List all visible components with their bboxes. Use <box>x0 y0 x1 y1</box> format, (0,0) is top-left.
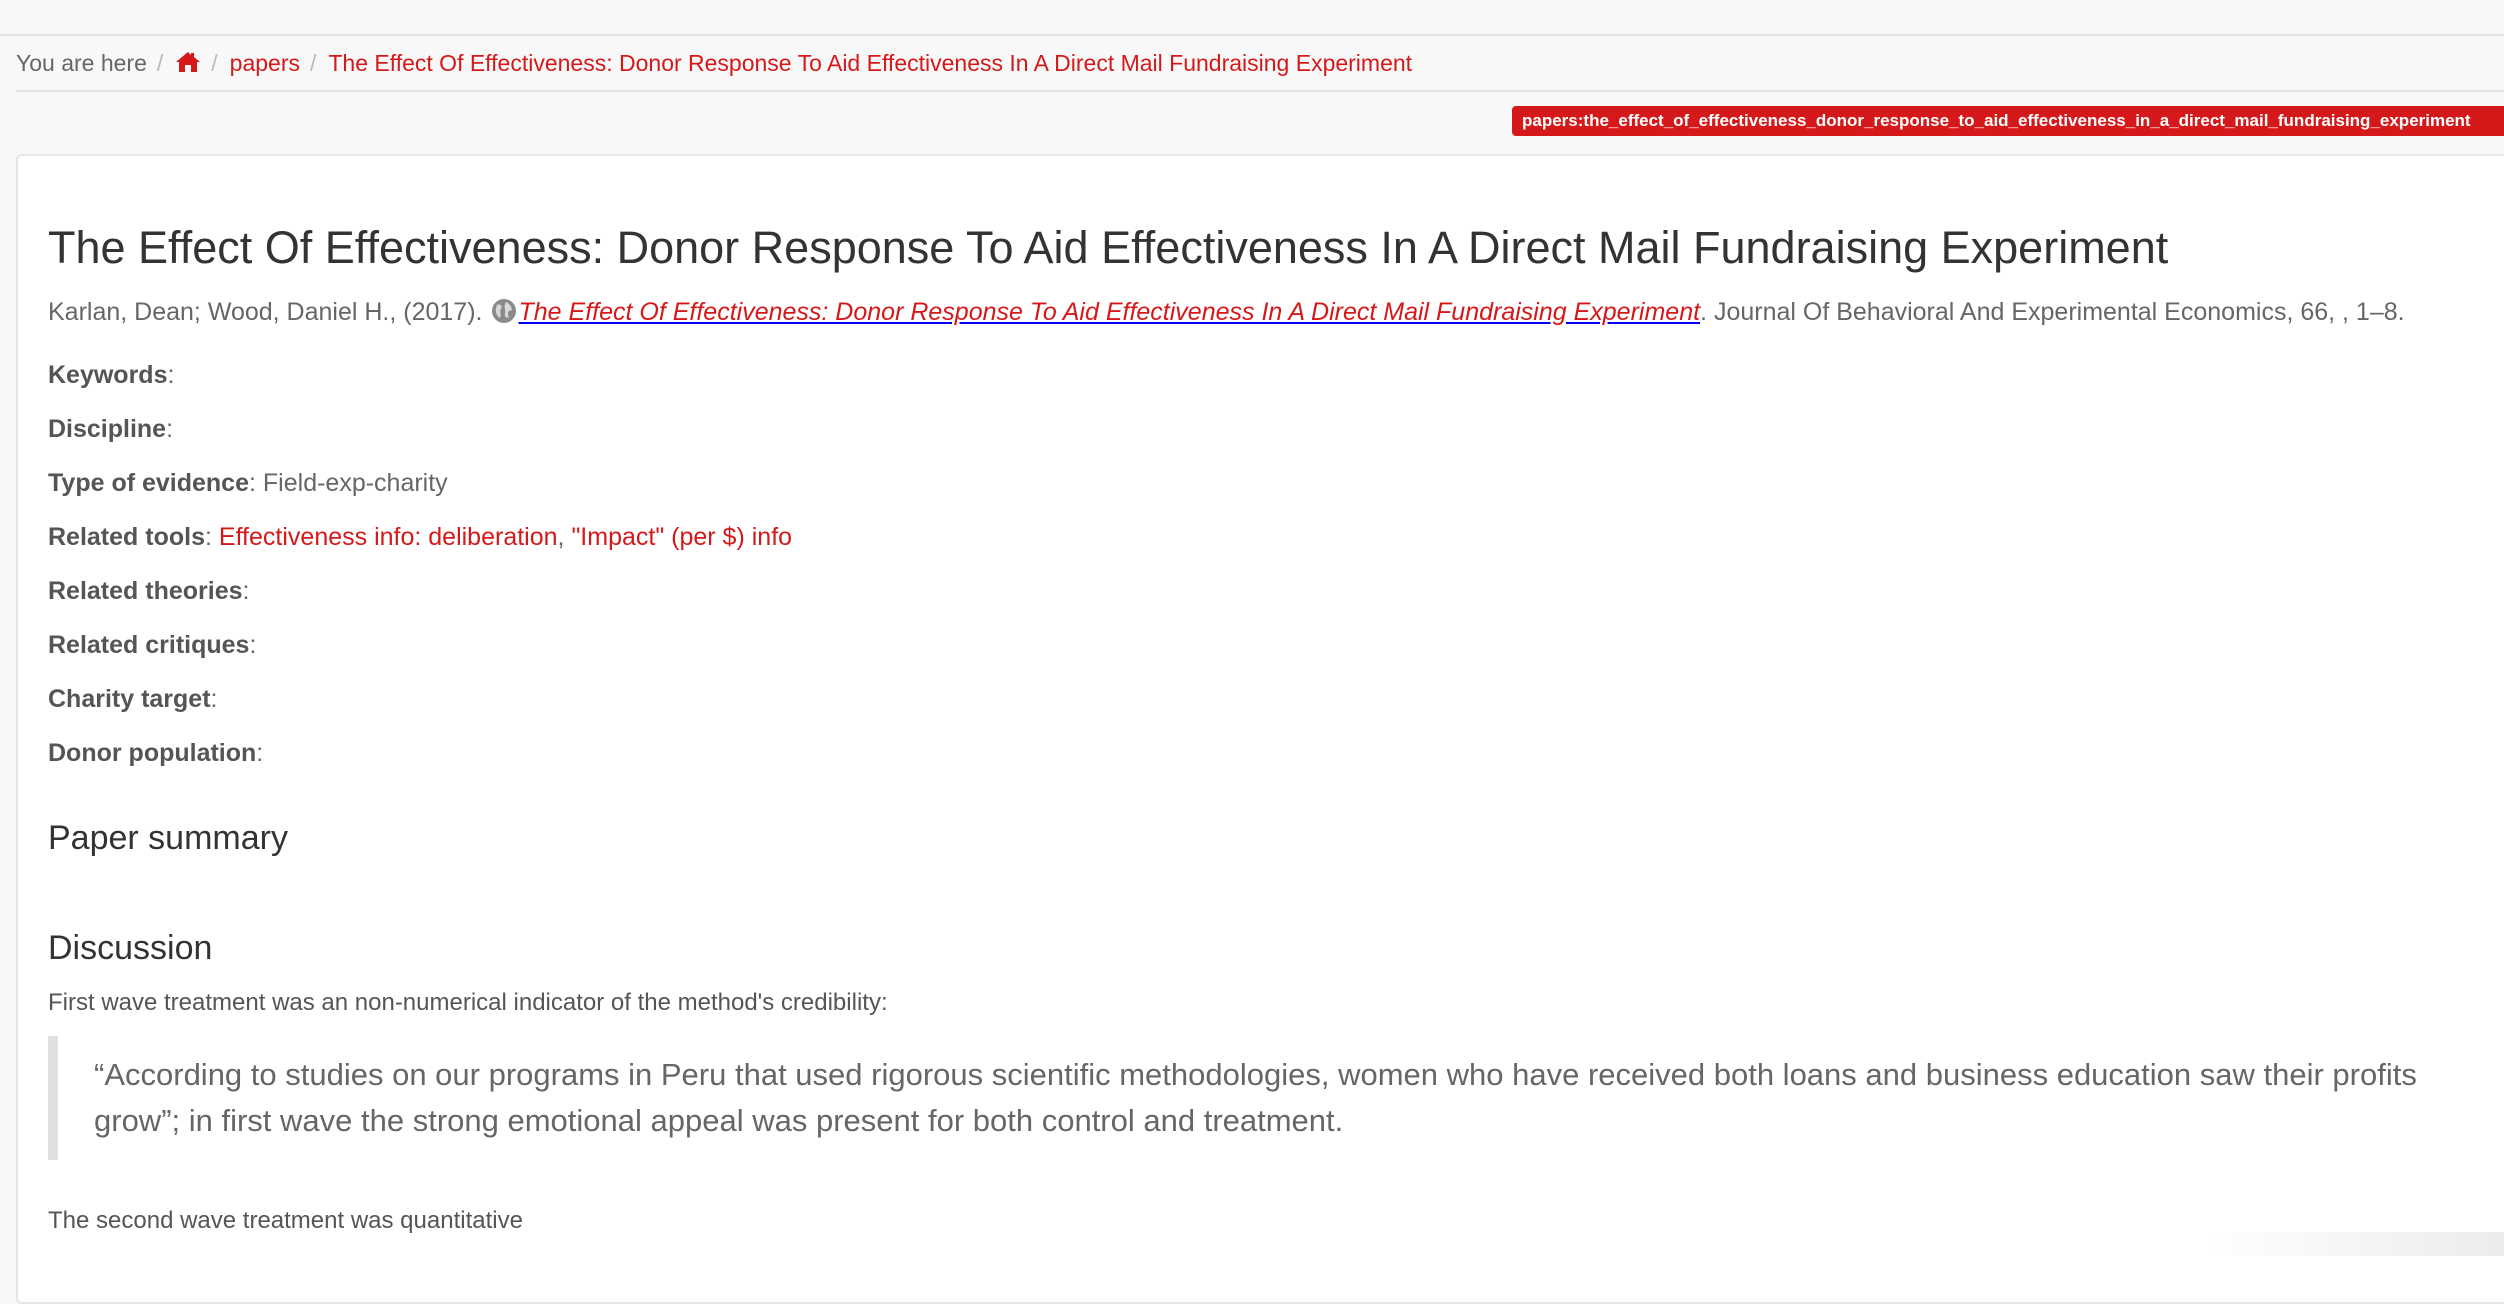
globe-icon <box>491 299 516 323</box>
metadata-fields: Keywords: Discipline: Type of evidence: … <box>48 348 792 780</box>
citation-title-link[interactable]: The Effect Of Effectiveness: Donor Respo… <box>519 298 1701 326</box>
page-title: The Effect Of Effectiveness: Donor Respo… <box>48 222 2169 273</box>
second-wave-text: The second wave treatment was quantitati… <box>48 1207 523 1234</box>
breadcrumb-home-link[interactable] <box>175 50 201 76</box>
breadcrumb-separator: / <box>211 50 218 76</box>
field-discipline: Discipline: <box>48 415 174 443</box>
link-separator: , <box>557 523 572 551</box>
breadcrumb-separator: / <box>156 50 164 76</box>
field-value: Field-exp-charity <box>262 469 448 497</box>
field-label: Charity target <box>48 685 211 713</box>
field-related-theories: Related theories: <box>48 577 250 605</box>
field-label: Donor population <box>48 739 257 767</box>
breadcrumb-label: You are here <box>16 50 147 76</box>
bottom-right-shadow <box>2204 1232 2504 1256</box>
quote-block: “According to studies on our programs in… <box>48 1036 2448 1160</box>
field-type-of-evidence: Type of evidence: Field-exp-charity <box>48 469 448 497</box>
paper-summary-heading: Paper summary <box>48 819 288 857</box>
field-label: Discipline <box>48 415 167 443</box>
field-label: Related theories <box>48 577 243 605</box>
citation-title: The Effect Of Effectiveness: Donor Respo… <box>518 298 1701 326</box>
field-related-critiques: Related critiques: <box>48 631 257 659</box>
related-tool-link[interactable]: Effectiveness info: deliberation <box>219 523 558 551</box>
citation-journal: . Journal Of Behavioral And Experimental… <box>1700 298 2405 326</box>
related-tool-link[interactable]: "Impact" (per $) info <box>571 523 792 551</box>
field-donor-population: Donor population: <box>48 739 264 767</box>
field-charity-target: Charity target: <box>48 685 218 713</box>
breadcrumb-divider <box>16 90 2504 92</box>
citation: Karlan, Dean; Wood, Daniel H., (2017). Th… <box>48 294 2405 330</box>
citation-authors: Karlan, Dean; Wood, Daniel H., (2017). <box>48 298 483 326</box>
field-keywords: Keywords: <box>48 361 175 389</box>
field-label: Keywords <box>48 361 168 389</box>
breadcrumb: You are here / / papers / The Effect Of Effec… <box>16 48 1412 78</box>
field-related-tools: Related tools: Effectiveness info: delib… <box>48 523 793 551</box>
breadcrumb-separator: / <box>309 50 317 76</box>
breadcrumb-current-page[interactable]: The Effect Of Effectiveness: Donor Respo… <box>328 50 1412 76</box>
field-label: Related critiques <box>48 631 250 659</box>
discussion-intro: First wave treatment was an non-numerica… <box>48 989 888 1016</box>
field-label: Type of evidence <box>48 469 249 497</box>
top-divider <box>0 34 2504 36</box>
discussion-heading: Discussion <box>48 929 213 967</box>
home-icon <box>176 52 201 72</box>
breadcrumb-papers-link[interactable]: papers <box>230 50 300 76</box>
field-label: Related tools <box>48 523 205 551</box>
page-id-badge: papers:the_effect_of_effectiveness_donor… <box>1512 106 2504 136</box>
main-content: The Effect Of Effectiveness: Donor Respo… <box>16 154 2504 1304</box>
